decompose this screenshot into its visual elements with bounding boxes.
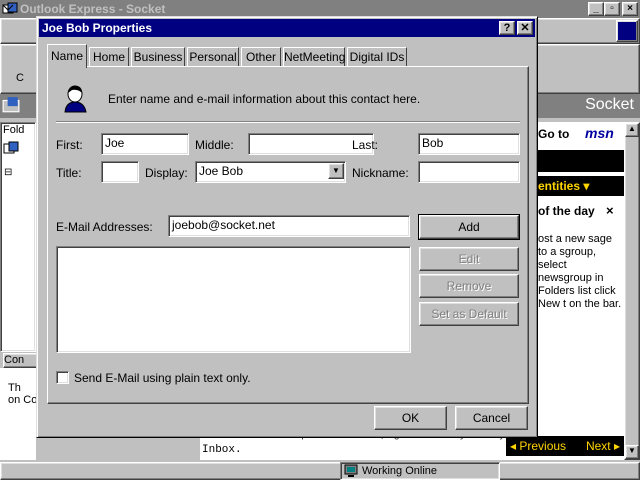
main-title: Outlook Express - Socket: [20, 2, 166, 16]
status-bar: [0, 462, 640, 480]
last-name-label: Last:: [352, 138, 379, 152]
msn-logo[interactable]: msn: [585, 125, 614, 141]
folder-icon: [2, 97, 20, 113]
plain-text-checkbox[interactable]: [56, 371, 69, 384]
display-select[interactable]: Joe Bob ▼: [195, 161, 346, 183]
title-field[interactable]: [101, 161, 139, 183]
intro-text: Enter name and e-mail information about …: [108, 92, 421, 106]
name-tab-panel: Enter name and e-mail information about …: [47, 66, 529, 404]
tab-business[interactable]: Business: [131, 47, 185, 67]
previous-tip-button[interactable]: ◂ Previous: [510, 439, 566, 453]
windows-logo-icon: [616, 20, 638, 42]
outlook-express-icon: [2, 2, 18, 14]
contacts-tab-label: Con: [4, 354, 25, 366]
main-close-button[interactable]: ×: [622, 2, 638, 16]
contacts-tab[interactable]: Con: [3, 353, 39, 368]
tab-home[interactable]: Home: [89, 47, 129, 67]
outlook-tree-icon: [3, 141, 19, 154]
dialog-title: Joe Bob Properties: [42, 21, 153, 35]
computer-icon: [344, 464, 358, 477]
cancel-button[interactable]: Cancel: [455, 406, 528, 430]
folder-list-pane[interactable]: ⊟: [0, 122, 36, 352]
set-default-button[interactable]: Set as Default: [419, 302, 519, 326]
add-button[interactable]: Add: [418, 214, 520, 240]
plain-text-label: Send E-Mail using plain text only.: [74, 371, 251, 385]
tip-close-icon[interactable]: ×: [606, 203, 614, 218]
minimize-button[interactable]: _: [588, 2, 604, 16]
header-divider: [56, 121, 520, 123]
status-online-text: Working Online: [362, 465, 437, 477]
tip-of-day-title: of the day: [538, 204, 595, 218]
tip-body: ost a new sage to a sgroup, select newsg…: [538, 233, 622, 310]
title-label: Title:: [56, 166, 82, 180]
last-name-field[interactable]: Bob: [418, 133, 520, 155]
edit-button[interactable]: Edit: [419, 247, 519, 271]
folder-bar-title: Socket: [585, 96, 634, 113]
vertical-scrollbar[interactable]: ▲ ▼: [624, 122, 640, 460]
msn-dark-bar: [530, 150, 624, 172]
tab-name[interactable]: Name: [47, 44, 87, 68]
dialog-close-button[interactable]: ✕: [517, 21, 533, 35]
contacts-pane-text: Th on Co: [8, 382, 38, 406]
msn-entities-bar[interactable]: entities ▾: [530, 176, 624, 196]
contact-person-icon: [64, 85, 87, 113]
email-list[interactable]: [56, 246, 411, 353]
restore-button[interactable]: ▫: [604, 2, 620, 16]
email-input[interactable]: joebob@socket.net: [168, 215, 410, 237]
next-tip-button[interactable]: Next ▸: [586, 439, 620, 453]
remove-button[interactable]: Remove: [419, 274, 519, 298]
preview-text-line-2: Inbox.: [202, 444, 242, 456]
status-online-panel: Working Online: [340, 462, 500, 480]
first-name-field[interactable]: Joe: [101, 133, 189, 155]
contact-properties-dialog: Joe Bob Properties ? ✕ Name Home Busines…: [36, 16, 538, 438]
tab-other[interactable]: Other: [241, 47, 281, 67]
tip-nav-bar: ◂ Previous Next ▸: [506, 436, 624, 456]
tab-netmeeting[interactable]: NetMeeting: [283, 47, 345, 67]
nickname-label: Nickname:: [352, 166, 409, 180]
scroll-down-arrow-icon[interactable]: ▼: [625, 445, 639, 459]
tab-personal[interactable]: Personal: [187, 47, 239, 67]
scroll-up-arrow-icon[interactable]: ▲: [625, 123, 639, 137]
msn-goto-link[interactable]: Go to: [538, 127, 569, 141]
folders-tab-label[interactable]: Fold: [3, 124, 24, 136]
tree-expander[interactable]: ⊟: [4, 167, 12, 178]
ok-button[interactable]: OK: [374, 406, 447, 430]
tab-digital-ids[interactable]: Digital IDs: [347, 47, 407, 67]
help-button[interactable]: ?: [499, 21, 515, 35]
toolbar-button-partial[interactable]: C: [16, 72, 24, 84]
dialog-titlebar: Joe Bob Properties: [39, 19, 535, 37]
display-select-value: Joe Bob: [199, 164, 244, 178]
nickname-field[interactable]: [418, 161, 520, 183]
display-label: Display:: [145, 166, 188, 180]
first-name-label: First:: [56, 138, 83, 152]
email-addresses-label: E-Mail Addresses:: [56, 220, 153, 234]
chevron-down-icon[interactable]: ▼: [328, 163, 344, 179]
middle-name-label: Middle:: [195, 138, 234, 152]
